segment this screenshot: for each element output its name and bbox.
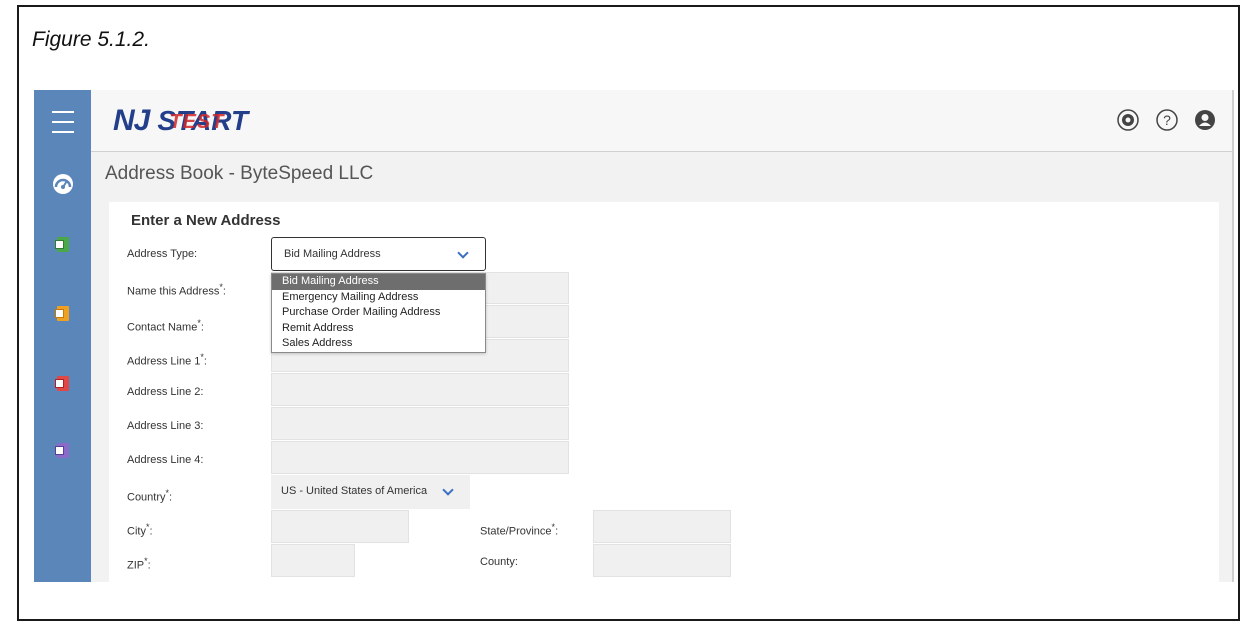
line2-label: Address Line 2: <box>127 386 204 398</box>
line1-label-text: Address Line 1 <box>127 355 201 368</box>
option-emergency-mailing[interactable]: Emergency Mailing Address <box>272 290 485 306</box>
address-line2-input[interactable] <box>271 373 569 406</box>
address-type-select[interactable]: Bid Mailing Address <box>271 237 486 271</box>
name-label: Name this Address*: <box>127 282 226 298</box>
logo-nj: NJ <box>113 104 150 137</box>
label-colon: : <box>169 491 173 504</box>
figure-caption: Figure 5.1.2. <box>32 28 150 51</box>
gear-icon[interactable] <box>1116 108 1140 132</box>
address-type-value: Bid Mailing Address <box>284 248 381 260</box>
state-input[interactable] <box>593 510 731 543</box>
country-value: US - United States of America <box>281 485 428 497</box>
document-icon-green[interactable] <box>34 225 91 265</box>
label-colon: : <box>222 285 226 298</box>
country-select[interactable]: US - United States of America <box>271 475 470 509</box>
address-form: Enter a New Address Address Type: Name t… <box>109 202 1219 582</box>
menu-icon[interactable] <box>34 102 91 142</box>
label-colon: : <box>203 355 207 368</box>
address-line3-input[interactable] <box>271 407 569 440</box>
name-label-text: Name this Address <box>127 285 220 298</box>
app-screenshot: NJ START TEST ? Address Book - ByteSpeed… <box>34 90 1234 582</box>
address-type-dropdown: Bid Mailing Address Emergency Mailing Ad… <box>271 273 486 353</box>
top-bar: NJ START TEST ? <box>91 90 1232 152</box>
page-title: Address Book - ByteSpeed LLC <box>105 163 374 184</box>
line4-label: Address Line 4: <box>127 454 204 466</box>
sidebar <box>34 90 91 582</box>
document-icon-purple[interactable] <box>34 431 91 471</box>
logo-test-overlay: TEST <box>169 111 225 133</box>
state-label: State/Province*: <box>480 522 558 538</box>
line3-label: Address Line 3: <box>127 420 204 432</box>
document-icon-red[interactable] <box>34 364 91 404</box>
help-icon[interactable]: ? <box>1155 108 1179 132</box>
city-input[interactable] <box>271 510 409 543</box>
county-input[interactable] <box>593 544 731 577</box>
svg-text:?: ? <box>1163 112 1171 128</box>
zip-label: ZIP*: <box>127 556 151 572</box>
document-icon-orange[interactable] <box>34 294 91 334</box>
njstart-logo[interactable]: NJ START TEST <box>113 104 248 138</box>
address-type-label: Address Type: <box>127 248 198 260</box>
chevron-down-icon <box>457 247 469 259</box>
zip-input[interactable] <box>271 544 355 577</box>
city-label: City*: <box>127 522 153 538</box>
label-colon: : <box>200 321 204 334</box>
county-label: County: <box>480 556 518 568</box>
option-sales[interactable]: Sales Address <box>272 336 485 352</box>
label-colon: : <box>149 525 153 538</box>
contact-label-text: Contact Name <box>127 321 198 334</box>
country-label: Country*: <box>127 488 172 504</box>
chevron-down-icon <box>442 484 454 496</box>
option-bid-mailing[interactable]: Bid Mailing Address <box>272 274 485 290</box>
form-title: Enter a New Address <box>131 212 281 229</box>
address-line4-input[interactable] <box>271 441 569 474</box>
contact-label: Contact Name*: <box>127 318 204 334</box>
country-label-text: Country <box>127 491 166 504</box>
zip-label-text: ZIP <box>127 559 145 572</box>
label-colon: : <box>147 559 151 572</box>
line1-label: Address Line 1*: <box>127 352 207 368</box>
option-purchase-order-mailing[interactable]: Purchase Order Mailing Address <box>272 305 485 321</box>
dashboard-icon[interactable] <box>34 164 91 204</box>
option-remit[interactable]: Remit Address <box>272 321 485 337</box>
label-colon: : <box>555 525 559 538</box>
city-label-text: City <box>127 525 146 538</box>
user-icon[interactable] <box>1193 108 1217 132</box>
state-label-text: State/Province <box>480 525 552 538</box>
logo-start: START TEST <box>157 105 248 137</box>
